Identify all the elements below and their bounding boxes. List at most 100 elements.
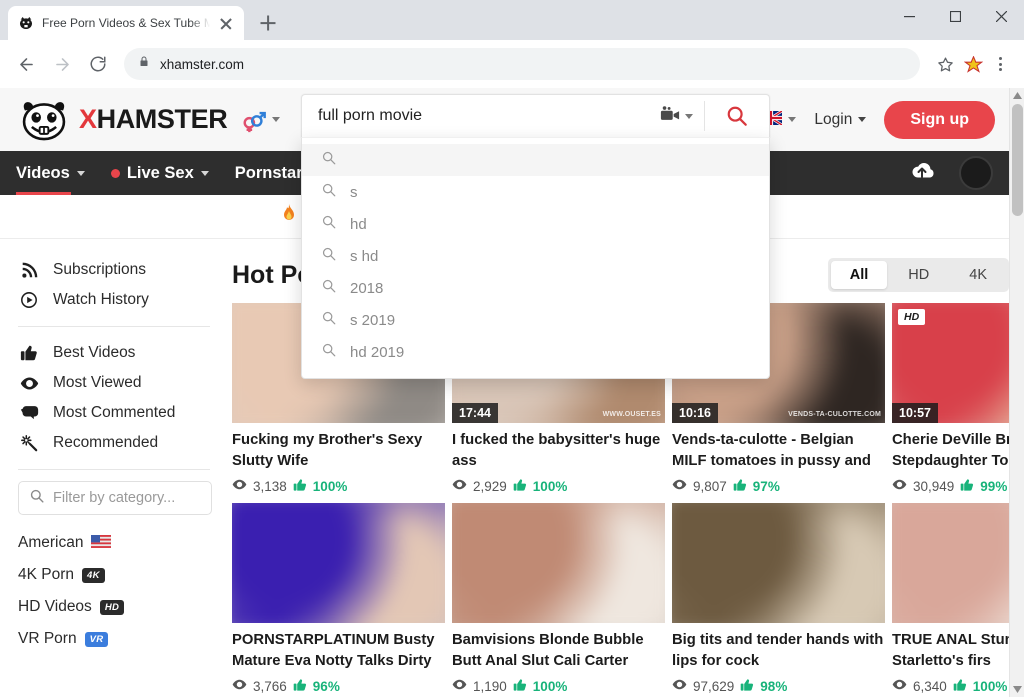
close-button[interactable] bbox=[978, 0, 1024, 32]
search-suggestion-item[interactable] bbox=[302, 144, 769, 176]
video-card[interactable]: Bamvisions Blonde Bubble Butt Anal Slut … bbox=[452, 503, 665, 695]
hd-badge: HD bbox=[99, 599, 125, 615]
eye-icon bbox=[232, 677, 247, 695]
search-suggestion-item[interactable]: hd bbox=[302, 208, 769, 240]
scrollbar-thumb[interactable] bbox=[1012, 104, 1023, 216]
reload-button[interactable] bbox=[82, 48, 114, 80]
video-card[interactable]: PORNSTARPLATINUM Busty Mature Eva Notty … bbox=[232, 503, 445, 695]
category-item-4k-porn[interactable]: 4K Porn 4K bbox=[18, 559, 212, 591]
category-filter[interactable] bbox=[18, 481, 212, 515]
close-icon[interactable] bbox=[218, 15, 234, 31]
category-item-hd-videos[interactable]: HD Videos HD bbox=[18, 591, 212, 623]
video-thumbnail[interactable] bbox=[232, 503, 445, 623]
search-icon bbox=[322, 151, 336, 169]
back-button[interactable] bbox=[10, 48, 42, 80]
nav-label: Videos bbox=[16, 163, 70, 182]
video-title[interactable]: PORNSTARPLATINUM Busty Mature Eva Notty … bbox=[232, 630, 445, 672]
search-suggestion-item[interactable]: hd 2019 bbox=[302, 336, 769, 368]
divider bbox=[18, 469, 210, 470]
minimize-button[interactable] bbox=[886, 0, 932, 32]
suggestion-text: 2018 bbox=[350, 279, 384, 297]
signup-button[interactable]: Sign up bbox=[884, 100, 995, 139]
video-card[interactable]: HD10:57222r.com Cherie DeVille Brings Ste… bbox=[892, 303, 1009, 495]
sidebar-item-subscriptions[interactable]: Subscriptions bbox=[18, 255, 212, 285]
thumbs-up-icon bbox=[953, 678, 967, 695]
header-right: Login Sign up bbox=[759, 100, 995, 139]
thumbs-up-icon bbox=[513, 478, 527, 495]
logo-x: X bbox=[79, 104, 97, 134]
search-submit-button[interactable] bbox=[705, 95, 769, 137]
scroll-down-icon[interactable] bbox=[1010, 682, 1024, 697]
rating-percent: 100% bbox=[532, 678, 568, 694]
new-tab-button[interactable] bbox=[254, 9, 282, 37]
video-filter-button[interactable] bbox=[648, 95, 704, 137]
video-title[interactable]: TRUE ANAL Stunning Emma Starletto's firs bbox=[892, 630, 1009, 672]
avatar[interactable] bbox=[959, 156, 993, 190]
nav-item-live-sex[interactable]: Live Sex bbox=[110, 151, 209, 195]
video-stats: 3,766 96% bbox=[232, 677, 445, 695]
search-suggestion-item[interactable]: s 2019 bbox=[302, 304, 769, 336]
divider bbox=[18, 326, 210, 327]
video-thumbnail[interactable] bbox=[452, 503, 665, 623]
video-title[interactable]: Bamvisions Blonde Bubble Butt Anal Slut … bbox=[452, 630, 665, 672]
video-thumbnail[interactable]: HD10:57222r.com bbox=[892, 303, 1009, 423]
sidebar-item-most-commented[interactable]: Most Commented bbox=[18, 398, 212, 428]
eye-icon bbox=[452, 477, 467, 495]
address-bar[interactable]: xhamster.com bbox=[124, 48, 920, 80]
rating-percent: 97% bbox=[752, 478, 780, 494]
search-icon bbox=[322, 279, 336, 297]
rating-percent: 100% bbox=[532, 478, 568, 494]
tab-all[interactable]: All bbox=[830, 261, 888, 289]
search-input[interactable] bbox=[302, 95, 648, 137]
video-card[interactable]: Big tits and tender hands with lips for … bbox=[672, 503, 885, 695]
login-label: Login bbox=[814, 110, 853, 128]
chevron-down-icon bbox=[788, 117, 797, 122]
category-filter-input[interactable] bbox=[53, 490, 200, 506]
video-thumbnail[interactable] bbox=[672, 503, 885, 623]
category-item-vr-porn[interactable]: VR Porn VR bbox=[18, 623, 212, 655]
browser-menu-icon[interactable] bbox=[986, 49, 1014, 79]
search-suggestions: s hd s hd 2018 s 2019 hd 2019 bbox=[301, 137, 770, 379]
tab-hd[interactable]: HD bbox=[889, 261, 948, 289]
video-title[interactable]: Big tits and tender hands with lips for … bbox=[672, 630, 885, 672]
search-widget: s hd s hd 2018 s 2019 hd 2019 bbox=[301, 94, 770, 379]
video-stats: 9,807 97% bbox=[672, 477, 885, 495]
sidebar-item-watch-history[interactable]: Watch History bbox=[18, 285, 212, 315]
video-title[interactable]: I fucked the babysitter's huge ass bbox=[452, 430, 665, 472]
forward-button[interactable] bbox=[46, 48, 78, 80]
tab-4k[interactable]: 4K bbox=[950, 261, 1006, 289]
video-thumbnail[interactable] bbox=[892, 503, 1009, 623]
upload-icon[interactable] bbox=[907, 160, 937, 187]
category-item-american[interactable]: American bbox=[18, 527, 212, 559]
login-button[interactable]: Login bbox=[814, 110, 867, 129]
nav-item-videos[interactable]: Videos bbox=[16, 151, 85, 195]
scroll-up-icon[interactable] bbox=[1010, 88, 1024, 103]
browser-tab[interactable]: Free Porn Videos & Sex Tube Mo bbox=[8, 6, 244, 40]
browser-chrome: Free Porn Videos & Sex Tube Mo xhamster.… bbox=[0, 0, 1024, 88]
maximize-button[interactable] bbox=[932, 0, 978, 32]
extension-icon[interactable] bbox=[962, 54, 984, 74]
view-count: 30,949 bbox=[913, 478, 955, 494]
gender-selector-icon[interactable] bbox=[241, 107, 281, 133]
search-suggestion-item[interactable]: s hd bbox=[302, 240, 769, 272]
video-stats: 97,629 98% bbox=[672, 677, 885, 695]
search-suggestion-item[interactable]: s bbox=[302, 176, 769, 208]
video-card[interactable]: TRUE ANAL Stunning Emma Starletto's firs… bbox=[892, 503, 1009, 695]
search-icon bbox=[30, 489, 44, 508]
search-suggestion-item[interactable]: 2018 bbox=[302, 272, 769, 304]
sidebar-item-most-viewed[interactable]: Most Viewed bbox=[18, 368, 212, 398]
video-stats: 2,929 100% bbox=[452, 477, 665, 495]
page-scrollbar[interactable] bbox=[1009, 88, 1024, 697]
sidebar-item-best-videos[interactable]: Best Videos bbox=[18, 338, 212, 368]
video-title[interactable]: Cherie DeVille Brings Stepdaughter To A … bbox=[892, 430, 1009, 472]
sidebar-item-recommended[interactable]: Recommended bbox=[18, 428, 212, 458]
eye-icon bbox=[672, 677, 687, 695]
video-title[interactable]: Fucking my Brother's Sexy Slutty Wife bbox=[232, 430, 445, 472]
bookmark-star-icon[interactable] bbox=[930, 49, 960, 79]
site-logo[interactable]: XHAMSTER bbox=[18, 98, 228, 142]
browser-toolbar: xhamster.com bbox=[0, 40, 1024, 88]
thumbs-up-icon bbox=[733, 478, 747, 495]
duration-badge: 17:44 bbox=[452, 403, 498, 423]
view-count: 97,629 bbox=[693, 678, 735, 694]
video-title[interactable]: Vends-ta-culotte - Belgian MILF tomatoes… bbox=[672, 430, 885, 472]
